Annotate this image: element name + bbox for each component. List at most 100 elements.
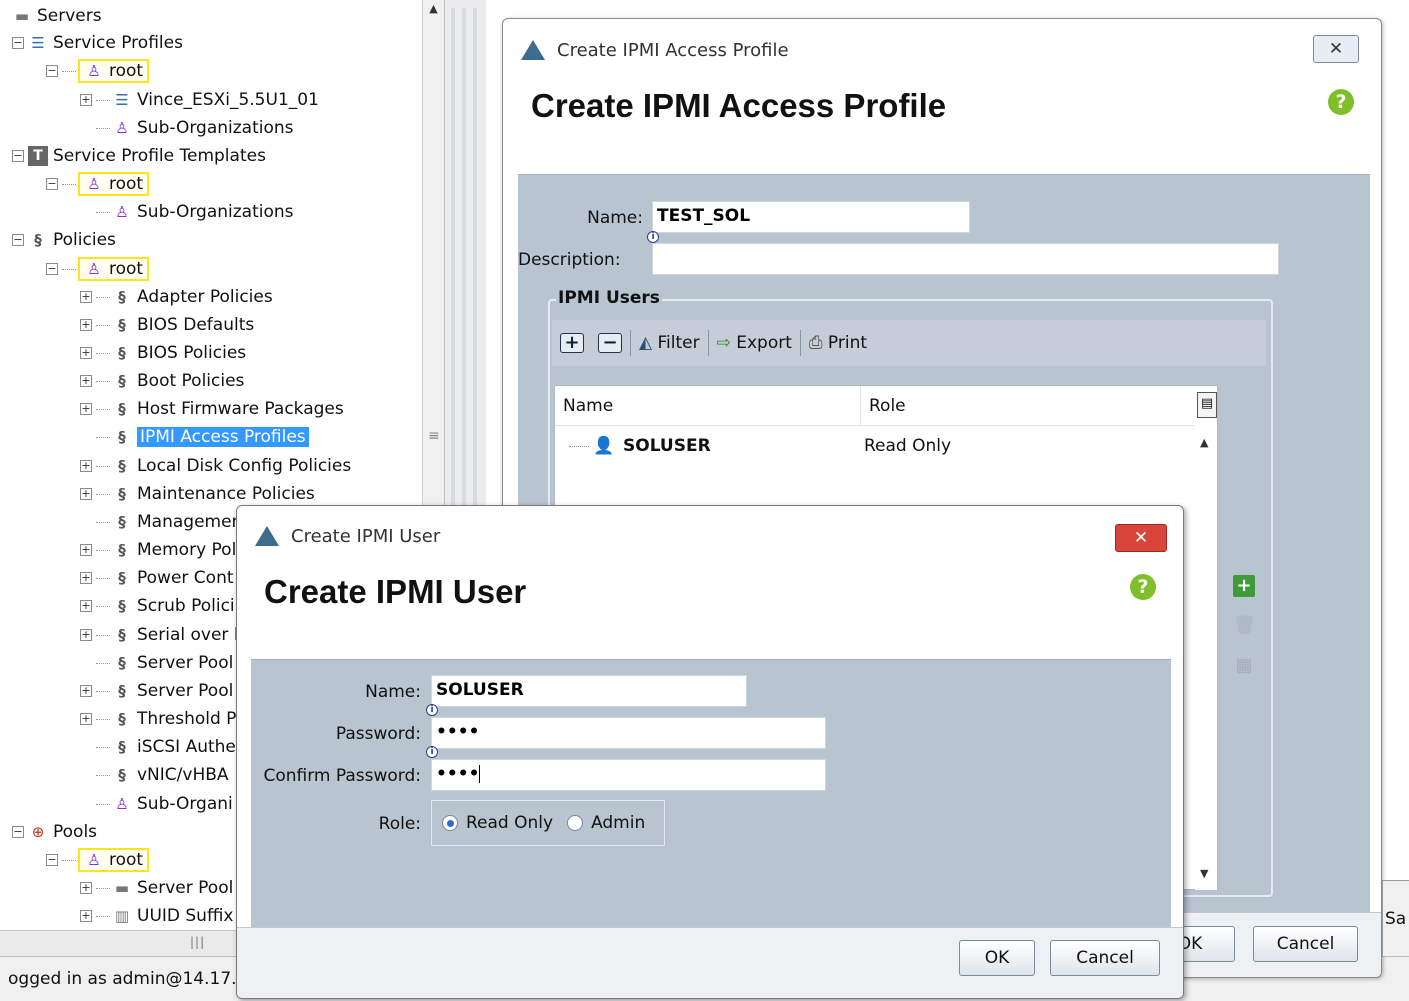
tree-policy-item[interactable]: + § Scrub Polici bbox=[80, 592, 235, 620]
cancel-button[interactable]: Cancel bbox=[1253, 926, 1358, 962]
collapse-icon[interactable]: − bbox=[12, 150, 24, 162]
expand-icon[interactable]: + bbox=[80, 319, 92, 331]
role-label: Role: bbox=[378, 814, 421, 834]
organization-icon: ♙ bbox=[115, 203, 129, 221]
cancel-button[interactable]: Cancel bbox=[1050, 940, 1160, 976]
root-node[interactable]: ♙ root bbox=[78, 172, 150, 196]
organization-icon: ♙ bbox=[115, 795, 129, 813]
tree-policies[interactable]: − § Policies bbox=[12, 226, 116, 254]
tree-server-pool[interactable]: + ▬ Server Pool bbox=[80, 874, 233, 902]
expand-icon[interactable]: + bbox=[80, 572, 92, 584]
tree-policy-item[interactable]: + § Host Firmware Packages bbox=[80, 395, 344, 423]
tree-policy-item[interactable]: § Server Pool bbox=[96, 649, 233, 677]
role-admin-radio[interactable]: Admin bbox=[567, 813, 645, 833]
tree-vince[interactable]: + ☰ Vince_ESXi_5.5U1_01 bbox=[80, 86, 319, 114]
root-node[interactable]: ♙ root bbox=[78, 59, 150, 83]
tree-policy-item[interactable]: § Managemen bbox=[96, 508, 242, 536]
expand-icon[interactable]: + bbox=[80, 882, 92, 894]
expand-icon[interactable]: + bbox=[80, 685, 92, 697]
expand-icon[interactable]: + bbox=[80, 910, 92, 922]
close-button[interactable]: ✕ bbox=[1313, 35, 1359, 63]
collapse-icon[interactable]: − bbox=[46, 178, 58, 190]
tree-root-pools[interactable]: − ♙ root bbox=[46, 846, 150, 874]
expand-icon[interactable]: + bbox=[80, 713, 92, 725]
tree-policy-item[interactable]: + § Serial over l bbox=[80, 621, 239, 649]
role-read-only-radio[interactable]: Read Only bbox=[442, 813, 553, 833]
scroll-grip-icon[interactable]: ||| bbox=[190, 935, 205, 949]
tree-policy-item[interactable]: + § Server Pool bbox=[80, 677, 233, 705]
tree-policy-item[interactable]: + § Local Disk Config Policies bbox=[80, 452, 351, 480]
collapse-icon[interactable]: − bbox=[46, 65, 58, 77]
filter-button[interactable]: ◭ Filter bbox=[639, 333, 700, 353]
remove-icon[interactable]: − bbox=[598, 333, 622, 353]
collapse-icon[interactable]: − bbox=[12, 826, 24, 838]
tree-sub-orgs[interactable]: ♙ Sub-Organizations bbox=[96, 114, 294, 142]
column-role[interactable]: Role bbox=[869, 396, 906, 416]
tree-root-policies[interactable]: − ♙ root bbox=[46, 255, 150, 283]
dialog-body: Name: SOLUSER i Password: •••• i Confirm… bbox=[251, 659, 1171, 927]
trash-icon[interactable]: 🗑 bbox=[1233, 615, 1256, 637]
table-vertical-scrollbar[interactable]: ▲ ▼ bbox=[1195, 426, 1217, 890]
expand-icon[interactable]: + bbox=[80, 94, 92, 106]
tree-policy-item[interactable]: + § Adapter Policies bbox=[80, 283, 273, 311]
column-name[interactable]: Name bbox=[563, 396, 613, 416]
help-icon[interactable]: ? bbox=[1328, 89, 1354, 115]
collapse-icon[interactable]: − bbox=[46, 854, 58, 866]
background-window-edge: Sa bbox=[1382, 880, 1409, 956]
tree-policy-item[interactable]: + § Threshold P bbox=[80, 705, 236, 733]
expand-icon[interactable]: + bbox=[80, 600, 92, 612]
tree-sp-templates[interactable]: − T Service Profile Templates bbox=[12, 142, 266, 170]
collapse-icon[interactable]: − bbox=[12, 234, 24, 246]
collapse-icon[interactable]: − bbox=[12, 37, 24, 49]
collapse-icon[interactable]: − bbox=[46, 263, 58, 275]
scroll-up-icon[interactable]: ▲ bbox=[425, 2, 442, 19]
confirm-password-input[interactable]: •••• bbox=[431, 759, 826, 791]
scroll-grip-icon[interactable]: ≡ bbox=[428, 428, 440, 444]
tree-policy-item[interactable]: + § Boot Policies bbox=[80, 367, 244, 395]
tree-root-sp[interactable]: − ♙ root bbox=[46, 57, 150, 85]
tree-uuid-suffix[interactable]: + ▥ UUID Suffix bbox=[80, 902, 233, 930]
ok-button[interactable]: OK bbox=[959, 940, 1035, 976]
scroll-up-icon[interactable]: ▲ bbox=[1200, 436, 1208, 449]
help-icon[interactable]: ? bbox=[1130, 574, 1156, 600]
expand-icon[interactable]: + bbox=[80, 291, 92, 303]
expand-icon[interactable]: + bbox=[80, 460, 92, 472]
scroll-down-icon[interactable]: ▼ bbox=[1200, 867, 1208, 880]
tree-policy-item[interactable]: + § BIOS Policies bbox=[80, 339, 246, 367]
add-icon[interactable]: + bbox=[560, 333, 584, 353]
tree-policy-item[interactable]: + § Power Cont bbox=[80, 564, 234, 592]
table-row[interactable]: 👤 SOLUSER Read Only bbox=[555, 430, 1195, 462]
expand-icon[interactable]: + bbox=[80, 347, 92, 359]
print-button[interactable]: ⎙ Print bbox=[809, 333, 867, 353]
root-node[interactable]: ♙ root bbox=[78, 848, 150, 872]
tree-label: Serial over l bbox=[137, 625, 239, 645]
tree-ipmi-access-profiles[interactable]: § IPMI Access Profiles bbox=[96, 423, 309, 451]
tree-pools[interactable]: − ⊕ Pools bbox=[12, 818, 97, 846]
name-input[interactable]: TEST_SOL bbox=[652, 201, 970, 233]
expand-icon[interactable]: + bbox=[80, 403, 92, 415]
expand-icon[interactable]: + bbox=[80, 629, 92, 641]
expand-icon[interactable]: + bbox=[80, 375, 92, 387]
tree-root-tmpl[interactable]: − ♙ root bbox=[46, 170, 150, 198]
tree-policy-item[interactable]: + § Maintenance Policies bbox=[80, 480, 315, 508]
tree-policy-item[interactable]: + § BIOS Defaults bbox=[80, 311, 254, 339]
add-row-icon[interactable]: + bbox=[1233, 575, 1255, 597]
tree-label: UUID Suffix bbox=[137, 906, 234, 926]
tree-servers[interactable]: ▬ Servers bbox=[12, 2, 102, 30]
tree-service-profiles[interactable]: − ☰ Service Profiles bbox=[12, 29, 183, 57]
expand-icon[interactable]: + bbox=[80, 544, 92, 556]
name-input[interactable]: SOLUSER bbox=[431, 675, 747, 707]
column-chooser-icon[interactable]: ▤ bbox=[1197, 392, 1217, 418]
tree-sub-orgs[interactable]: ♙ Sub-Organizations bbox=[96, 198, 294, 226]
tree-policy-item[interactable]: + § Memory Pol bbox=[80, 536, 236, 564]
copy-icon[interactable]: ▦ bbox=[1233, 655, 1255, 677]
tree-policy-item[interactable]: § iSCSI Authe bbox=[96, 733, 236, 761]
root-node[interactable]: ♙ root bbox=[78, 257, 150, 281]
tree-policy-item[interactable]: § vNIC/vHBA bbox=[96, 761, 229, 789]
close-button[interactable]: ✕ bbox=[1115, 524, 1167, 552]
export-button[interactable]: ⇨ Export bbox=[717, 333, 792, 353]
tree-policy-item[interactable]: ♙ Sub-Organi bbox=[96, 790, 233, 818]
password-input[interactable]: •••• bbox=[431, 717, 826, 749]
description-input[interactable] bbox=[652, 243, 1279, 275]
expand-icon[interactable]: + bbox=[80, 488, 92, 500]
